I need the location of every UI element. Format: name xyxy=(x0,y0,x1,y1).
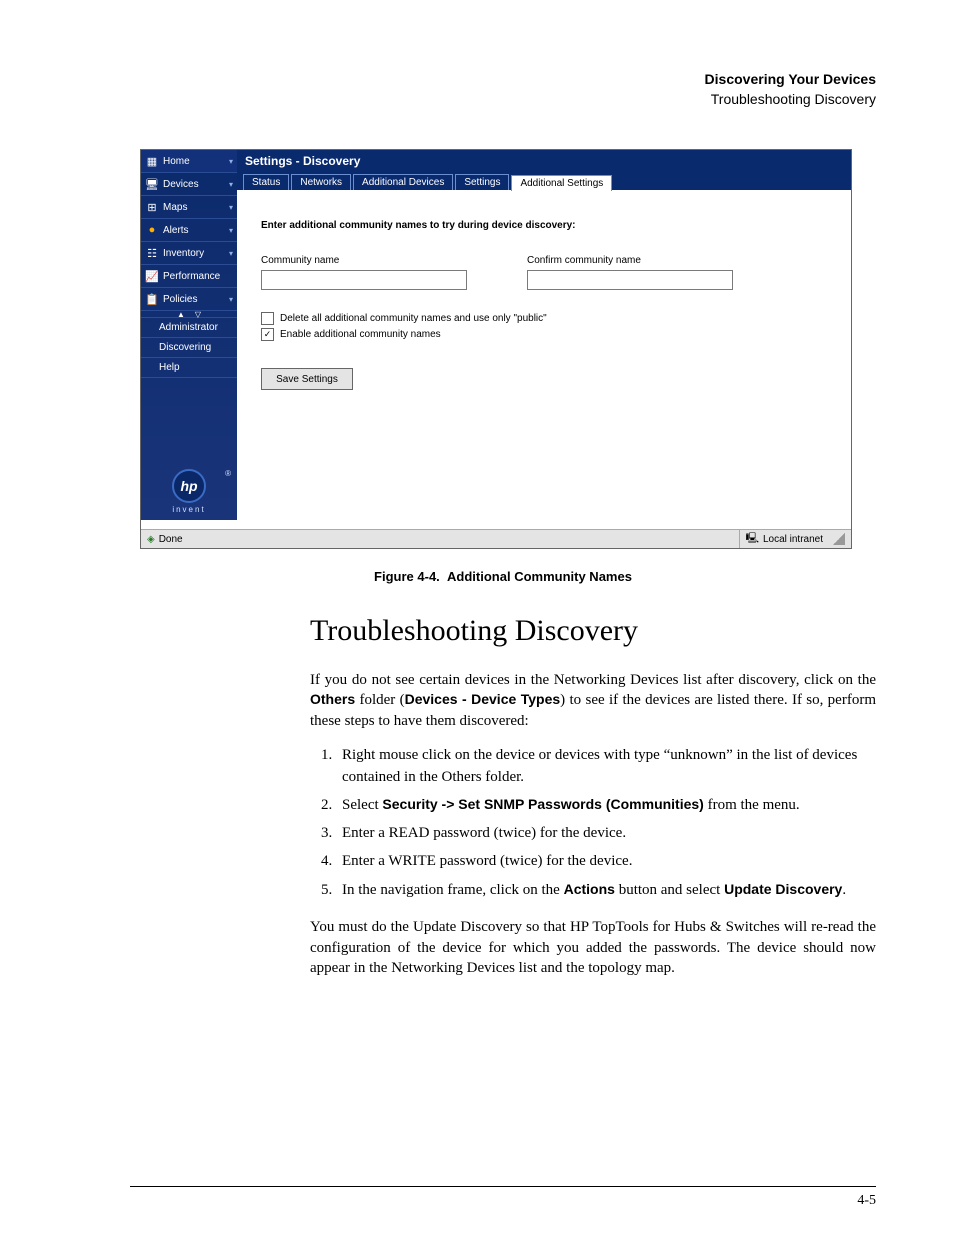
section-title: Troubleshooting Discovery xyxy=(711,91,876,107)
collapse-down-icon[interactable]: ▽ xyxy=(195,310,201,319)
chevron-down-icon: ▾ xyxy=(229,295,233,304)
tab-bar: Status Networks Additional Devices Setti… xyxy=(237,172,851,190)
performance-icon: 📈 xyxy=(145,269,159,283)
zone-text: Local intranet xyxy=(763,534,823,545)
form-area: Enter additional community names to try … xyxy=(237,190,851,420)
zone-icon: 🖳 xyxy=(746,531,759,548)
sidebar-item-label: Maps xyxy=(163,202,187,213)
inventory-icon: ☷ xyxy=(145,246,159,260)
form-lead-text: Enter additional community names to try … xyxy=(261,220,827,231)
sidebar-item-maps[interactable]: ⊞ Maps ▾ xyxy=(141,196,237,219)
policies-icon: 📋 xyxy=(145,292,159,306)
sidebar-item-home[interactable]: ▦ Home ▾ xyxy=(141,150,237,173)
sidebar-item-label: Administrator xyxy=(159,322,218,333)
sidebar-item-administrator[interactable]: Administrator xyxy=(141,318,237,338)
status-bar: ◈ Done 🖳 Local intranet xyxy=(141,529,851,548)
chevron-down-icon: ▾ xyxy=(229,203,233,212)
brand-tagline: invent xyxy=(141,505,237,514)
intro-paragraph: If you do not see certain devices in the… xyxy=(310,670,876,731)
sidebar-item-policies[interactable]: 📋 Policies ▾ xyxy=(141,288,237,311)
delete-communities-label: Delete all additional community names an… xyxy=(280,313,547,324)
save-settings-button[interactable]: Save Settings xyxy=(261,368,353,390)
sidebar: ▦ Home ▾ 🖥 Devices ▾ ⊞ Maps ▾ ● Alerts ▾… xyxy=(141,150,237,520)
sidebar-item-label: Inventory xyxy=(163,248,204,259)
community-name-label: Community name xyxy=(261,255,467,266)
chevron-down-icon: ▾ xyxy=(229,249,233,258)
grid-icon: ▦ xyxy=(145,154,159,168)
sidebar-item-alerts[interactable]: ● Alerts ▾ xyxy=(141,219,237,242)
steps-list: Right mouse click on the device or devic… xyxy=(310,745,876,902)
chevron-down-icon: ▾ xyxy=(229,180,233,189)
hp-logo-icon: hp xyxy=(172,469,206,503)
confirm-community-name-label: Confirm community name xyxy=(527,255,733,266)
community-name-input[interactable] xyxy=(261,270,467,290)
sidebar-item-label: Performance xyxy=(163,271,220,282)
panel-title: Settings - Discovery xyxy=(237,150,851,172)
figure-label: Figure 4-4. xyxy=(374,569,440,584)
status-text: Done xyxy=(159,534,183,545)
tab-networks[interactable]: Networks xyxy=(291,174,351,190)
maps-icon: ⊞ xyxy=(145,200,159,214)
sidebar-item-discovering[interactable]: Discovering xyxy=(141,338,237,358)
sidebar-item-label: Home xyxy=(163,156,190,167)
brand-logo: ® hp invent xyxy=(141,469,237,514)
ie-page-icon: ◈ xyxy=(147,534,155,545)
resize-grip-icon[interactable] xyxy=(833,533,845,545)
chapter-title: Discovering Your Devices xyxy=(705,71,876,87)
chevron-down-icon: ▾ xyxy=(229,157,233,166)
sidebar-item-help[interactable]: Help xyxy=(141,358,237,378)
figure-title: Additional Community Names xyxy=(447,569,632,584)
sidebar-item-label: Discovering xyxy=(159,342,211,353)
chevron-down-icon: ▾ xyxy=(229,226,233,235)
figure-caption: Figure 4-4. Additional Community Names xyxy=(130,569,876,584)
step-item: Enter a READ password (twice) for the de… xyxy=(336,823,876,845)
enable-communities-label: Enable additional community names xyxy=(280,329,441,340)
sidebar-item-label: Devices xyxy=(163,179,199,190)
sidebar-item-inventory[interactable]: ☷ Inventory ▾ xyxy=(141,242,237,265)
sidebar-item-devices[interactable]: 🖥 Devices ▾ xyxy=(141,173,237,196)
sidebar-item-performance[interactable]: 📈 Performance xyxy=(141,265,237,288)
tab-additional-settings[interactable]: Additional Settings xyxy=(511,175,612,191)
collapse-up-icon[interactable]: ▲ xyxy=(177,310,185,319)
tab-additional-devices[interactable]: Additional Devices xyxy=(353,174,453,190)
outro-paragraph: You must do the Update Discovery so that… xyxy=(310,917,876,978)
delete-communities-checkbox[interactable] xyxy=(261,312,274,325)
enable-communities-checkbox[interactable]: ✓ xyxy=(261,328,274,341)
tab-settings[interactable]: Settings xyxy=(455,174,509,190)
devices-icon: 🖥 xyxy=(145,177,159,191)
section-heading: Troubleshooting Discovery xyxy=(310,614,876,648)
sidebar-item-label: Help xyxy=(159,362,180,373)
page-number: 4-5 xyxy=(857,1193,876,1209)
confirm-community-name-input[interactable] xyxy=(527,270,733,290)
page-header: Discovering Your Devices Troubleshooting… xyxy=(130,70,876,109)
sidebar-item-label: Alerts xyxy=(163,225,189,236)
tab-status[interactable]: Status xyxy=(243,174,289,190)
app-screenshot: ▦ Home ▾ 🖥 Devices ▾ ⊞ Maps ▾ ● Alerts ▾… xyxy=(140,149,852,549)
step-item: Right mouse click on the device or devic… xyxy=(336,745,876,789)
footer-rule xyxy=(130,1186,876,1187)
main-panel: Settings - Discovery Status Networks Add… xyxy=(237,150,851,520)
step-item: Select Security -> Set SNMP Passwords (C… xyxy=(336,794,876,817)
step-item: In the navigation frame, click on the Ac… xyxy=(336,879,876,902)
body-content: Troubleshooting Discovery If you do not … xyxy=(310,614,876,978)
step-item: Enter a WRITE password (twice) for the d… xyxy=(336,851,876,873)
registered-icon: ® xyxy=(225,469,231,478)
alert-icon: ● xyxy=(145,223,159,237)
sidebar-item-label: Policies xyxy=(163,294,197,305)
